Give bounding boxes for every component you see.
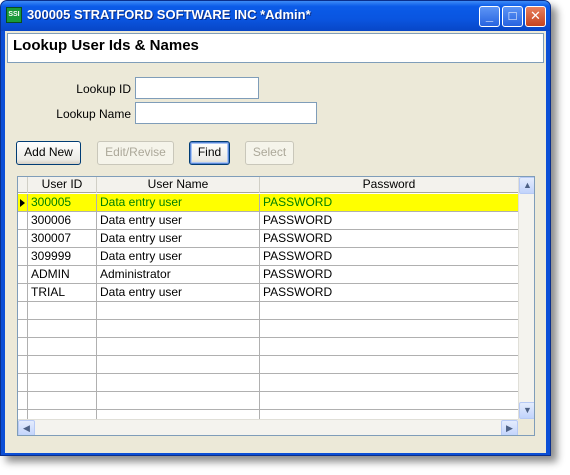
scroll-corner [518,419,534,435]
page-title: Lookup User Ids & Names [13,37,199,54]
password-cell[interactable] [260,320,518,338]
empty-table-row[interactable] [18,320,518,338]
empty-table-row[interactable] [18,356,518,374]
password-cell[interactable]: PASSWORD [260,194,518,212]
heading-box: Lookup User Ids & Names [7,33,544,63]
user-id-cell[interactable]: 300007 [28,230,97,248]
password-cell[interactable]: PASSWORD [260,212,518,230]
window-title: 300005 STRATFORD SOFTWARE INC *Admin* [27,7,311,22]
user-name-cell[interactable]: Data entry user [97,212,260,230]
user-id-cell[interactable] [28,302,97,320]
row-selector[interactable] [18,212,28,230]
maximize-button[interactable]: □ [502,6,523,27]
password-cell[interactable]: PASSWORD [260,248,518,266]
row-selector-header [18,177,28,193]
user-id-cell[interactable] [28,356,97,374]
user-id-cell[interactable] [28,338,97,356]
password-cell[interactable]: PASSWORD [260,284,518,302]
current-row-arrow-icon [20,199,25,207]
user-id-cell[interactable]: ADMIN [28,266,97,284]
row-selector[interactable] [18,302,28,320]
user-name-cell[interactable]: Data entry user [97,248,260,266]
add-new-button[interactable]: Add New [16,141,81,165]
user-id-cell[interactable]: 300005 [28,194,97,212]
row-selector[interactable] [18,374,28,392]
user-name-cell[interactable] [97,374,260,392]
empty-table-row[interactable] [18,374,518,392]
password-cell[interactable] [260,392,518,410]
user-name-cell[interactable] [97,320,260,338]
lookup-id-label: Lookup ID [76,82,131,96]
user-name-cell[interactable] [97,356,260,374]
lookup-name-label: Lookup Name [56,107,131,121]
user-id-cell[interactable]: TRIAL [28,284,97,302]
app-icon: SSI [6,7,22,23]
row-selector[interactable] [18,230,28,248]
window-client: Lookup User Ids & Names Lookup ID Lookup… [5,31,546,453]
user-id-cell[interactable]: 309999 [28,248,97,266]
user-id-cell[interactable]: 300006 [28,212,97,230]
user-id-cell[interactable] [28,374,97,392]
row-selector[interactable] [18,320,28,338]
user-name-cell[interactable]: Data entry user [97,284,260,302]
empty-table-row[interactable] [18,338,518,356]
minimize-button[interactable]: _ [479,6,500,27]
horizontal-scrollbar[interactable]: ◀ ▶ [18,419,518,435]
column-header-user-id[interactable]: User ID [28,177,97,193]
password-cell[interactable]: PASSWORD [260,230,518,248]
scroll-down-icon[interactable]: ▼ [519,402,534,419]
user-name-cell[interactable] [97,392,260,410]
row-selector[interactable] [18,392,28,410]
user-id-cell[interactable] [28,392,97,410]
empty-table-row[interactable] [18,302,518,320]
table-row[interactable]: 300005 Data entry user PASSWORD [18,194,518,212]
row-selector[interactable] [18,194,28,212]
row-selector[interactable] [18,284,28,302]
password-cell[interactable] [260,302,518,320]
password-cell[interactable] [260,338,518,356]
vertical-scrollbar[interactable]: ▲ ▼ [518,177,534,419]
table-row[interactable]: TRIAL Data entry user PASSWORD [18,284,518,302]
scroll-left-icon[interactable]: ◀ [18,420,35,435]
column-header-password[interactable]: Password [260,177,518,193]
find-button[interactable]: Find [189,141,230,165]
table-row[interactable]: 300006 Data entry user PASSWORD [18,212,518,230]
password-cell[interactable] [260,356,518,374]
table-row[interactable]: 300007 Data entry user PASSWORD [18,230,518,248]
row-selector[interactable] [18,338,28,356]
user-name-cell[interactable] [97,338,260,356]
user-name-cell[interactable]: Data entry user [97,230,260,248]
password-cell[interactable]: PASSWORD [260,266,518,284]
empty-table-row[interactable] [18,392,518,410]
table-row[interactable]: 309999 Data entry user PASSWORD [18,248,518,266]
edit-revise-button[interactable]: Edit/Revise [97,141,174,165]
close-button[interactable]: ✕ [525,6,546,27]
app-window: SSI 300005 STRATFORD SOFTWARE INC *Admin… [0,0,551,456]
title-bar[interactable]: SSI 300005 STRATFORD SOFTWARE INC *Admin… [1,1,550,31]
user-name-cell[interactable] [97,302,260,320]
table-row[interactable]: ADMIN Administrator PASSWORD [18,266,518,284]
grid-header: User ID User Name Password [18,177,518,193]
row-selector[interactable] [18,248,28,266]
password-cell[interactable] [260,374,518,392]
lookup-id-input[interactable] [135,77,259,99]
row-selector[interactable] [18,356,28,374]
column-header-user-name[interactable]: User Name [97,177,260,193]
scroll-right-icon[interactable]: ▶ [501,420,518,435]
lookup-name-input[interactable] [135,102,317,124]
user-id-cell[interactable] [28,320,97,338]
user-name-cell[interactable]: Administrator [97,266,260,284]
user-name-cell[interactable]: Data entry user [97,194,260,212]
select-button[interactable]: Select [245,141,294,165]
scroll-up-icon[interactable]: ▲ [519,177,534,194]
users-grid[interactable]: User ID User Name Password 300005 Data en… [17,176,535,436]
row-selector[interactable] [18,266,28,284]
